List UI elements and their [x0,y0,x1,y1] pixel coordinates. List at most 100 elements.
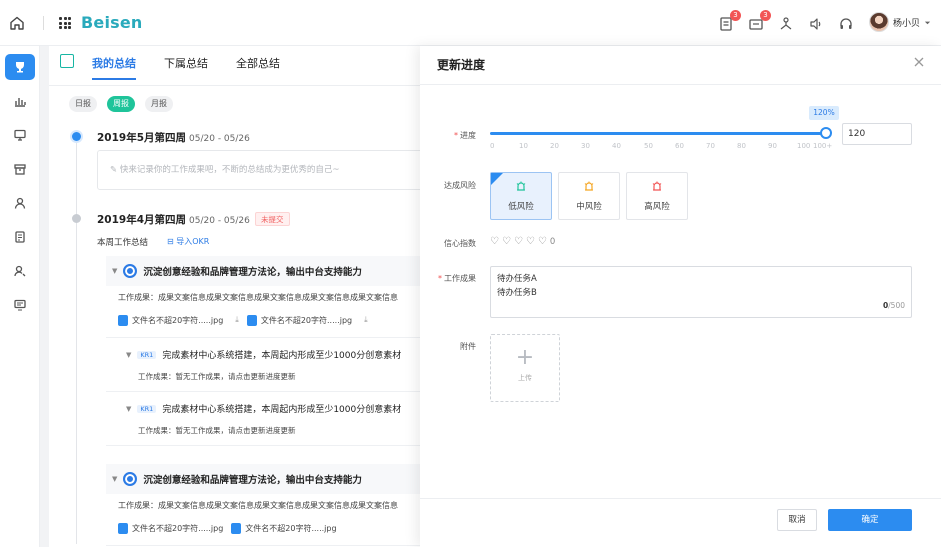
timeline-dot [72,132,81,141]
kr-result: 工作成果：暂无工作成果，请点击更新进度更新 [138,372,296,381]
task-icon[interactable]: 3 [717,10,741,33]
app-grid-icon[interactable] [59,17,71,29]
logo: Beisen [81,13,143,32]
result-line: 待办任务A [497,274,537,284]
period-monthly[interactable]: 月报 [145,96,173,112]
user-settings-icon [14,265,26,277]
image-file-icon [118,522,128,534]
cancel-button[interactable]: 取消 [777,509,817,531]
tick-label: 60 [675,142,684,150]
panel-footer: 取消 确定 [420,498,941,547]
kr-tag: KR1 [137,404,157,413]
tick-label: 100 [797,142,811,150]
tick-label: 10 [519,142,528,150]
result-textarea[interactable]: 待办任务A 待办任务B 0/500 [490,266,912,318]
risk-low-option[interactable]: 低风险 [490,172,552,220]
heart-icon[interactable]: ♡ [514,236,523,247]
download-icon[interactable]: ⤓ [364,315,368,325]
objective-icon [123,264,138,278]
objective-title: 沉淀创意经验和品牌管理方法论，输出中台支持能力 [143,267,362,278]
sidebar-item-screen[interactable] [5,122,35,148]
objective-title: 沉淀创意经验和品牌管理方法论，输出中台支持能力 [143,475,362,486]
timeline-line [76,134,77,544]
bar-chart-icon [15,98,26,107]
period-daily[interactable]: 日报 [69,96,97,112]
headset-icon[interactable] [837,15,855,33]
progress-input[interactable]: 120 [842,123,912,145]
objective-header[interactable]: ▼ 沉淀创意经验和品牌管理方法论，输出中台支持能力 [106,256,429,286]
file-item[interactable]: 文件名不超20字符.....jpg ⤓ [246,311,368,329]
upload-label: 上传 [518,374,532,382]
tab-subordinate[interactable]: 下属总结 [164,55,208,71]
confidence-label: 信心指数 [444,239,476,248]
heart-icon[interactable]: ♡ [526,236,535,247]
edit-icon[interactable] [60,54,74,68]
upload-button[interactable]: + 上传 [490,334,560,402]
file-list: 文件名不超20字符.....jpg 文件名不超20字符.....jpg [106,511,429,546]
alarm-icon [652,181,662,191]
file-item[interactable]: 文件名不超20字符.....jpg [231,519,337,537]
risk-label-text: 高风险 [644,202,670,212]
attachment-label: 附件 [460,342,476,351]
user-name: 杨小贝 [892,18,920,29]
objective-card: ▼ 沉淀创意经验和品牌管理方法论，输出中台支持能力 工作成果：成果文案信息成果文… [106,464,429,546]
import-okr-link[interactable]: ⊟ 导入OKR [167,236,209,247]
slider-handle[interactable] [820,127,832,139]
document-icon [15,231,25,243]
task-badge: 3 [730,10,741,21]
tick-label: 90 [768,142,777,150]
caret-down-icon: ▼ [112,475,118,483]
kr-result: 工作成果：暂无工作成果，请点击更新进度更新 [138,426,296,435]
confirm-button[interactable]: 确定 [828,509,912,531]
sidebar-item-archive[interactable] [5,156,35,182]
image-file-icon [118,314,128,326]
message-icon[interactable]: 3 [747,10,771,33]
file-item[interactable]: 文件名不超20字符.....jpg ⤓ [118,311,239,329]
tick-label: 30 [581,142,590,150]
sidebar-item-person[interactable] [5,190,35,216]
confidence-rating[interactable]: ♡ ♡ ♡ ♡ ♡ 0 [490,236,555,247]
period-weekly[interactable]: 周报 [107,96,135,112]
kr-tag: KR1 [137,350,157,359]
timeline-dot [72,214,81,223]
divider [420,84,941,85]
status-badge: 未提交 [255,212,290,226]
summary-list: 我的总结 下属总结 全部总结 日报 周报 月报 2019年5月第四周 05/20 … [49,46,429,547]
image-file-icon [231,522,242,534]
objective-header[interactable]: ▼ 沉淀创意经验和品牌管理方法论，输出中台支持能力 [106,464,429,494]
user-menu[interactable]: 杨小贝 [868,12,931,32]
sidebar-item-charts[interactable] [5,88,35,114]
confidence-value: 0 [549,236,556,247]
sidebar-item-display[interactable] [5,292,35,318]
heart-icon[interactable]: ♡ [490,236,499,247]
risk-medium-option[interactable]: 中风险 [558,172,620,220]
caret-down-icon: ▼ [112,267,118,275]
tab-mine[interactable]: 我的总结 [92,55,136,80]
chevron-down-icon [924,21,931,24]
objective-icon [123,472,138,486]
home-icon[interactable] [8,14,26,32]
risk-label: 达成风险 [444,181,476,190]
sidebar-item-goals[interactable] [5,54,35,80]
caret-down-icon: ▼ [126,404,132,413]
objective-result: 工作成果：成果文案信息成果文案信息成果文案信息成果文案信息成果文案信息 [106,494,429,511]
tab-bar: 我的总结 下属总结 全部总结 [49,46,429,86]
download-icon[interactable]: ⤓ [235,315,239,325]
org-icon[interactable] [777,15,795,33]
summary-label: 本周工作总结 [97,238,149,248]
main-area: 我的总结 下属总结 全部总结 日报 周报 月报 2019年5月第四周 05/20 … [41,46,941,547]
progress-slider[interactable] [490,132,827,135]
tab-all[interactable]: 全部总结 [236,55,280,71]
heart-icon[interactable]: ♡ [538,236,547,247]
summary-input[interactable]: ✎ 快来记录你的工作成果吧，不断的总结成为更优秀的自己~ [97,150,429,190]
close-icon[interactable] [912,55,926,69]
objective-result: 工作成果：成果文案信息成果文案信息成果文案信息成果文案信息成果文案信息 [106,286,429,303]
risk-high-option[interactable]: 高风险 [626,172,688,220]
sidebar-item-document[interactable] [5,224,35,250]
speaker-icon[interactable] [807,15,825,33]
panel-title: 更新进度 [437,58,486,72]
sidebar-item-user-settings[interactable] [5,258,35,284]
plus-icon: + [515,345,535,370]
heart-icon[interactable]: ♡ [502,236,511,247]
file-item[interactable]: 文件名不超20字符.....jpg [118,519,223,537]
